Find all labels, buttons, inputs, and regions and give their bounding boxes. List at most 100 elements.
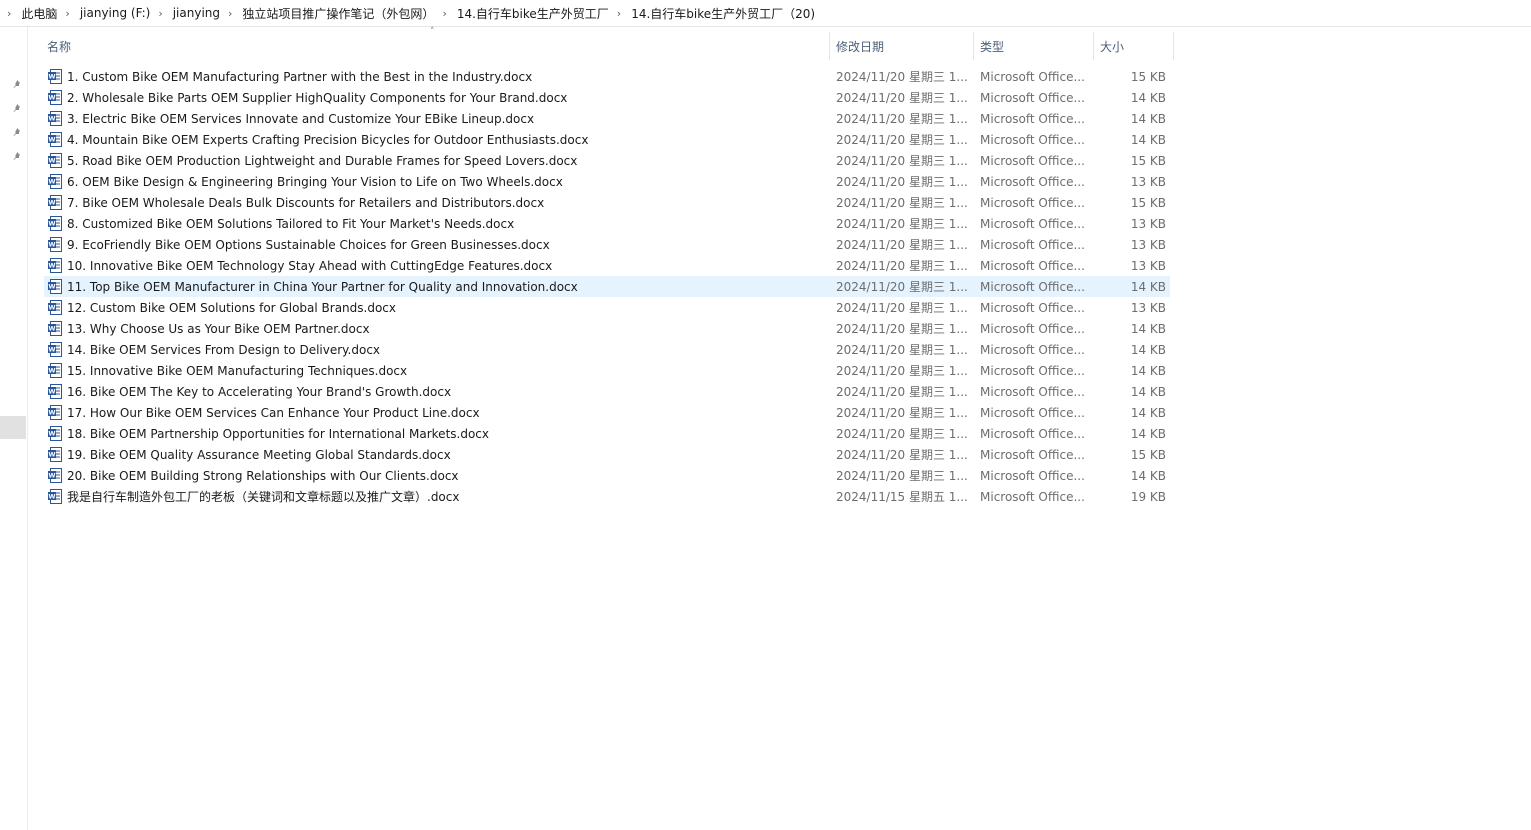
- file-row[interactable]: W 7. Bike OEM Wholesale Deals Bulk Discou…: [44, 192, 1170, 213]
- chevron-right-icon[interactable]: ›: [65, 7, 69, 20]
- file-name-cell[interactable]: W 13. Why Choose Us as Your Bike OEM Part…: [44, 321, 830, 336]
- file-name[interactable]: 7. Bike OEM Wholesale Deals Bulk Discoun…: [67, 196, 544, 210]
- file-row[interactable]: W 6. OEM Bike Design & Engineering Bringi…: [44, 171, 1170, 192]
- file-name-cell[interactable]: W 9. EcoFriendly Bike OEM Options Sustain…: [44, 237, 830, 252]
- file-name-cell[interactable]: W 11. Top Bike OEM Manufacturer in China …: [44, 279, 830, 294]
- file-name-cell[interactable]: W 10. Innovative Bike OEM Technology Stay…: [44, 258, 830, 273]
- file-name-cell[interactable]: W 4. Mountain Bike OEM Experts Crafting P…: [44, 132, 830, 147]
- file-row[interactable]: W 5. Road Bike OEM Production Lightweight…: [44, 150, 1170, 171]
- word-document-icon-graphic: W: [48, 405, 62, 420]
- file-name-cell[interactable]: W 18. Bike OEM Partnership Opportunities …: [44, 426, 830, 441]
- breadcrumb-item-bike-factory-20[interactable]: 14.自行车bike生产外贸工厂（20): [627, 5, 819, 22]
- file-row[interactable]: W 8. Customized Bike OEM Solutions Tailor…: [44, 213, 1170, 234]
- file-row[interactable]: W 16. Bike OEM The Key to Accelerating Yo…: [44, 381, 1170, 402]
- file-row[interactable]: W 18. Bike OEM Partnership Opportunities …: [44, 423, 1170, 444]
- nav-item-selected[interactable]: [0, 416, 26, 439]
- file-name-cell[interactable]: W 16. Bike OEM The Key to Accelerating Yo…: [44, 384, 830, 399]
- svg-text:W: W: [48, 346, 55, 354]
- file-name-cell[interactable]: W 我是自行车制造外包工厂的老板（关键词和文章标题以及推广文章）.docx: [44, 488, 830, 505]
- file-row[interactable]: W 10. Innovative Bike OEM Technology Stay…: [44, 255, 1170, 276]
- file-row[interactable]: W 12. Custom Bike OEM Solutions for Globa…: [44, 297, 1170, 318]
- file-name[interactable]: 12. Custom Bike OEM Solutions for Global…: [67, 301, 396, 315]
- pin-icon[interactable]: [11, 151, 23, 163]
- file-name[interactable]: 17. How Our Bike OEM Services Can Enhanc…: [67, 406, 480, 420]
- file-name-cell[interactable]: W 5. Road Bike OEM Production Lightweight…: [44, 153, 830, 168]
- file-name-cell[interactable]: W 7. Bike OEM Wholesale Deals Bulk Discou…: [44, 195, 830, 210]
- file-name[interactable]: 13. Why Choose Us as Your Bike OEM Partn…: [67, 322, 370, 336]
- file-type: Microsoft Office...: [980, 132, 1085, 147]
- file-row[interactable]: W 20. Bike OEM Building Strong Relationsh…: [44, 465, 1170, 486]
- breadcrumb-item-jianying[interactable]: jianying: [169, 6, 224, 20]
- file-name-cell[interactable]: W 15. Innovative Bike OEM Manufacturing T…: [44, 363, 830, 378]
- file-name[interactable]: 我是自行车制造外包工厂的老板（关键词和文章标题以及推广文章）.docx: [67, 488, 459, 505]
- file-row[interactable]: W 11. Top Bike OEM Manufacturer in China …: [44, 276, 1170, 297]
- file-name-cell[interactable]: W 2. Wholesale Bike Parts OEM Supplier Hi…: [44, 90, 830, 105]
- file-row[interactable]: W 14. Bike OEM Services From Design to De…: [44, 339, 1170, 360]
- file-type: Microsoft Office...: [980, 174, 1085, 189]
- file-name[interactable]: 16. Bike OEM The Key to Accelerating You…: [67, 385, 451, 399]
- file-name[interactable]: 10. Innovative Bike OEM Technology Stay …: [67, 259, 552, 273]
- file-date: 2024/11/15 星期五 1...: [836, 490, 968, 504]
- file-size: 14 KB: [1130, 363, 1166, 378]
- file-row[interactable]: W 15. Innovative Bike OEM Manufacturing T…: [44, 360, 1170, 381]
- chevron-right-icon[interactable]: ›: [7, 7, 11, 20]
- svg-text:W: W: [48, 262, 55, 270]
- breadcrumb-item-drive[interactable]: jianying (F:): [76, 6, 154, 20]
- file-name[interactable]: 15. Innovative Bike OEM Manufacturing Te…: [67, 364, 407, 378]
- chevron-right-icon[interactable]: ›: [617, 7, 621, 20]
- file-name[interactable]: 9. EcoFriendly Bike OEM Options Sustaina…: [67, 238, 550, 252]
- breadcrumb-item-this-pc[interactable]: 此电脑: [17, 5, 61, 22]
- file-row[interactable]: W 4. Mountain Bike OEM Experts Crafting P…: [44, 129, 1170, 150]
- word-document-icon: W: [48, 216, 62, 231]
- file-name[interactable]: 6. OEM Bike Design & Engineering Bringin…: [67, 175, 563, 189]
- file-name-cell[interactable]: W 6. OEM Bike Design & Engineering Bringi…: [44, 174, 830, 189]
- file-name[interactable]: 18. Bike OEM Partnership Opportunities f…: [67, 427, 489, 441]
- file-name-cell[interactable]: W 14. Bike OEM Services From Design to De…: [44, 342, 830, 357]
- column-header-type-label: 类型: [980, 39, 1005, 54]
- svg-text:W: W: [48, 283, 55, 291]
- svg-text:W: W: [48, 304, 55, 312]
- file-row[interactable]: W 我是自行车制造外包工厂的老板（关键词和文章标题以及推广文章）.docx 2024…: [44, 486, 1170, 507]
- file-name[interactable]: 14. Bike OEM Services From Design to Del…: [67, 343, 380, 357]
- file-name[interactable]: 11. Top Bike OEM Manufacturer in China Y…: [67, 280, 578, 294]
- file-size: 15 KB: [1130, 69, 1166, 84]
- file-name[interactable]: 20. Bike OEM Building Strong Relationshi…: [67, 469, 459, 483]
- file-name-cell[interactable]: W 1. Custom Bike OEM Manufacturing Partne…: [44, 69, 830, 84]
- file-name[interactable]: 2. Wholesale Bike Parts OEM Supplier Hig…: [67, 91, 567, 105]
- file-name[interactable]: 5. Road Bike OEM Production Lightweight …: [67, 154, 577, 168]
- file-name[interactable]: 19. Bike OEM Quality Assurance Meeting G…: [67, 448, 451, 462]
- file-name[interactable]: 3. Electric Bike OEM Services Innovate a…: [67, 112, 534, 126]
- word-document-icon-graphic: W: [48, 468, 62, 483]
- file-date: 2024/11/20 星期三 1...: [836, 427, 968, 441]
- chevron-right-icon[interactable]: ›: [158, 7, 162, 20]
- file-name-cell[interactable]: W 19. Bike OEM Quality Assurance Meeting …: [44, 447, 830, 462]
- chevron-right-icon[interactable]: ›: [228, 7, 232, 20]
- word-document-icon: W: [48, 237, 62, 252]
- file-row[interactable]: W 2. Wholesale Bike Parts OEM Supplier Hi…: [44, 87, 1170, 108]
- file-name-cell[interactable]: W 20. Bike OEM Building Strong Relationsh…: [44, 468, 830, 483]
- file-name-cell[interactable]: W 3. Electric Bike OEM Services Innovate …: [44, 111, 830, 126]
- breadcrumb-item-notes[interactable]: 独立站项目推广操作笔记（外包网）: [238, 5, 438, 22]
- file-row[interactable]: W 19. Bike OEM Quality Assurance Meeting …: [44, 444, 1170, 465]
- column-header-size[interactable]: 大小: [1094, 32, 1174, 60]
- file-name[interactable]: 8. Customized Bike OEM Solutions Tailore…: [67, 217, 514, 231]
- file-type: Microsoft Office...: [980, 216, 1085, 231]
- pin-icon[interactable]: [11, 127, 23, 139]
- file-name[interactable]: 1. Custom Bike OEM Manufacturing Partner…: [67, 70, 532, 84]
- chevron-right-icon[interactable]: ›: [442, 7, 446, 20]
- file-row[interactable]: W 17. How Our Bike OEM Services Can Enhan…: [44, 402, 1170, 423]
- column-header-type[interactable]: 类型: [974, 32, 1094, 60]
- file-name-cell[interactable]: W 12. Custom Bike OEM Solutions for Globa…: [44, 300, 830, 315]
- file-name[interactable]: 4. Mountain Bike OEM Experts Crafting Pr…: [67, 133, 588, 147]
- file-row[interactable]: W 13. Why Choose Us as Your Bike OEM Part…: [44, 318, 1170, 339]
- column-header-name[interactable]: 名称: [41, 32, 830, 60]
- file-name-cell[interactable]: W 17. How Our Bike OEM Services Can Enhan…: [44, 405, 830, 420]
- pin-icon[interactable]: [11, 79, 23, 91]
- file-row[interactable]: W 1. Custom Bike OEM Manufacturing Partne…: [44, 66, 1170, 87]
- breadcrumb-item-bike-factory[interactable]: 14.自行车bike生产外贸工厂: [453, 5, 613, 22]
- file-row[interactable]: W 3. Electric Bike OEM Services Innovate …: [44, 108, 1170, 129]
- column-header-date[interactable]: 修改日期: [830, 32, 974, 60]
- file-row[interactable]: W 9. EcoFriendly Bike OEM Options Sustain…: [44, 234, 1170, 255]
- file-name-cell[interactable]: W 8. Customized Bike OEM Solutions Tailor…: [44, 216, 830, 231]
- pin-icon[interactable]: [11, 103, 23, 115]
